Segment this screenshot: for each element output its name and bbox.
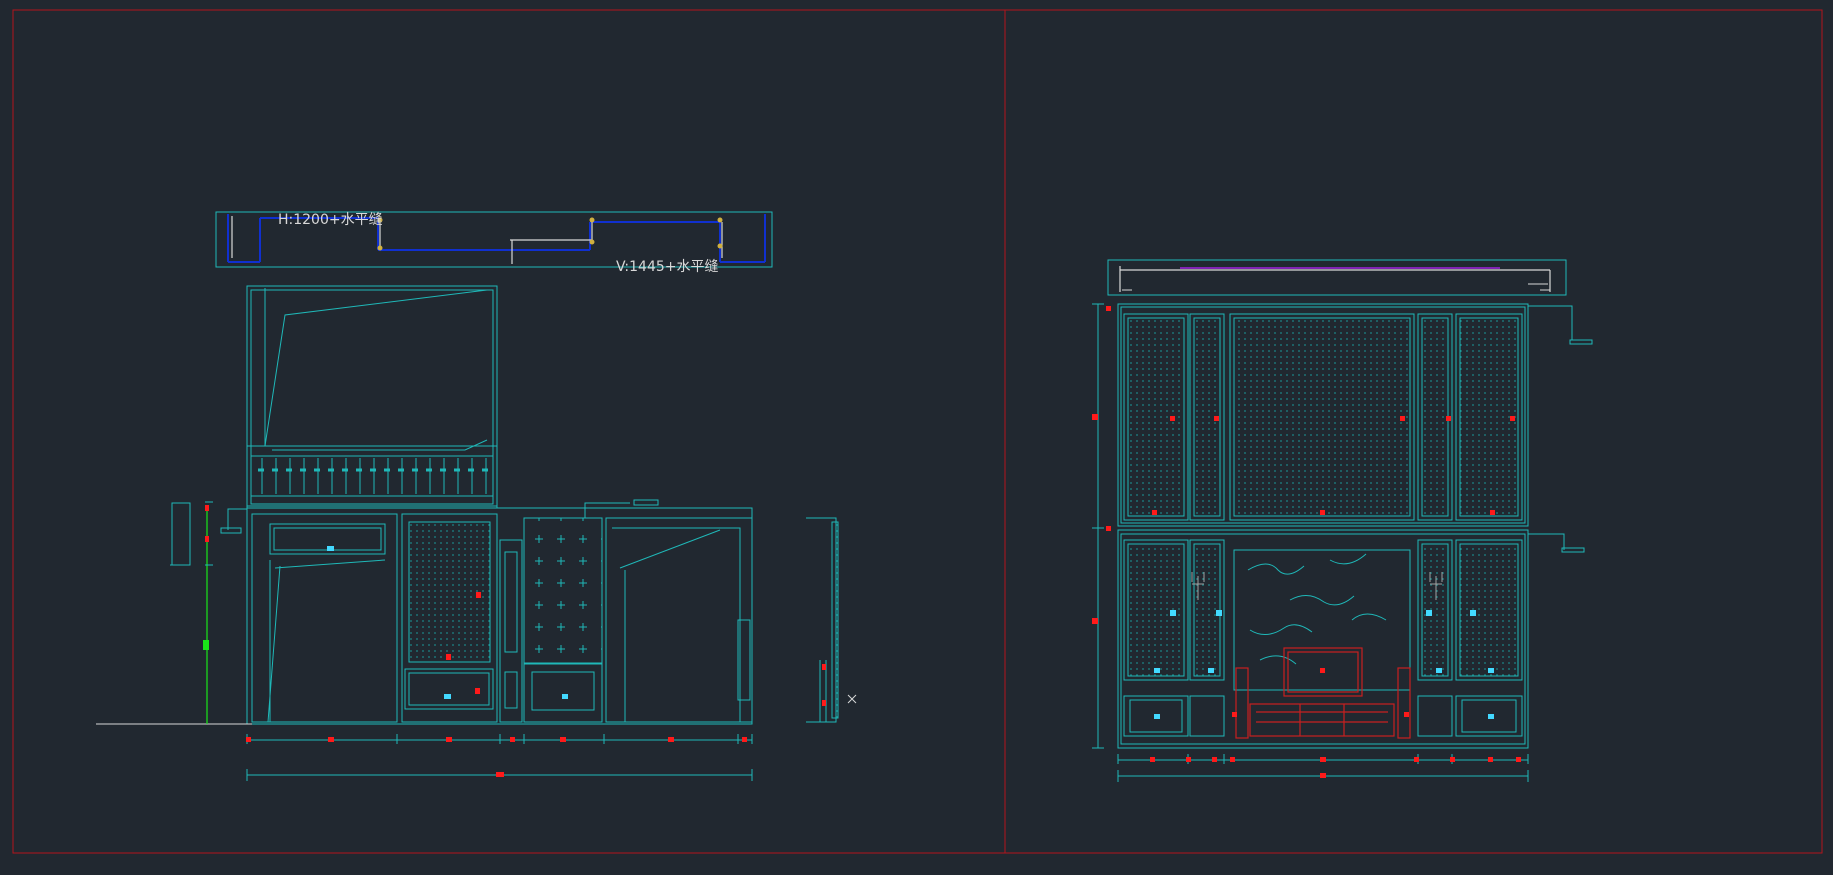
drawing-canvas[interactable]: H:1200+水平缝 V:1445+水平缝 bbox=[0, 0, 1833, 875]
right-callouts bbox=[1528, 305, 1593, 553]
balustrade bbox=[258, 458, 488, 494]
lower-cabinet-right bbox=[1117, 529, 1529, 749]
wall-sconces bbox=[1191, 572, 1443, 600]
plan-label-bottom: V:1445+水平缝 bbox=[616, 259, 719, 275]
left-dimension-ticks bbox=[246, 737, 747, 777]
left-right-section bbox=[806, 517, 839, 723]
section-red-marks bbox=[822, 664, 826, 706]
left-elevation[interactable]: H:1200+水平缝 V:1445+水平缝 bbox=[96, 211, 857, 781]
right-elevation[interactable] bbox=[1092, 259, 1593, 782]
outer-frame bbox=[12, 9, 1823, 854]
right-vertical-marks bbox=[1092, 306, 1111, 624]
plan-label-top: H:1200+水平缝 bbox=[278, 212, 383, 228]
right-vertical-dimensions bbox=[1092, 303, 1104, 749]
tv-console bbox=[1235, 647, 1411, 739]
height-dim-marker bbox=[203, 640, 209, 650]
lower-cabinet bbox=[246, 507, 753, 725]
ucs-icon bbox=[847, 694, 857, 704]
upper-cabinet bbox=[1117, 303, 1529, 527]
right-plan-strip bbox=[1107, 259, 1567, 296]
cad-model-space[interactable]: H:1200+水平缝 V:1445+水平缝 bbox=[0, 0, 1833, 875]
upper-mirror-panel bbox=[246, 285, 498, 509]
